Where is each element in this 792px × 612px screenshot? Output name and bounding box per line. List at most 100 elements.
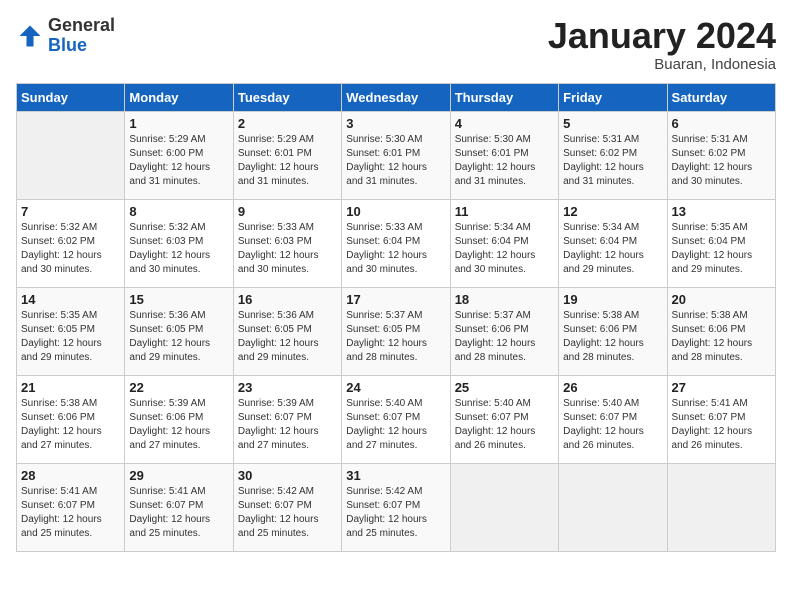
- day-number: 29: [129, 468, 228, 483]
- logo-general: General: [48, 15, 115, 35]
- day-info: Sunrise: 5:35 AMSunset: 6:05 PMDaylight:…: [21, 309, 120, 365]
- calendar-cell: 5 Sunrise: 5:31 AMSunset: 6:02 PMDaylight…: [559, 111, 667, 199]
- day-number: 5: [563, 116, 662, 131]
- day-info: Sunrise: 5:30 AMSunset: 6:01 PMDaylight:…: [346, 133, 445, 189]
- day-info: Sunrise: 5:34 AMSunset: 6:04 PMDaylight:…: [563, 221, 662, 277]
- day-header-sunday: Sunday: [17, 83, 125, 111]
- day-info: Sunrise: 5:33 AMSunset: 6:04 PMDaylight:…: [346, 221, 445, 277]
- calendar-cell: 20 Sunrise: 5:38 AMSunset: 6:06 PMDayligh…: [667, 287, 775, 375]
- day-number: 16: [238, 292, 337, 307]
- day-number: 7: [21, 204, 120, 219]
- day-info: Sunrise: 5:37 AMSunset: 6:05 PMDaylight:…: [346, 309, 445, 365]
- day-number: 27: [672, 380, 771, 395]
- day-info: Sunrise: 5:39 AMSunset: 6:07 PMDaylight:…: [238, 397, 337, 453]
- day-info: Sunrise: 5:42 AMSunset: 6:07 PMDaylight:…: [346, 485, 445, 541]
- day-info: Sunrise: 5:31 AMSunset: 6:02 PMDaylight:…: [672, 133, 771, 189]
- calendar-week-row: 14 Sunrise: 5:35 AMSunset: 6:05 PMDayligh…: [17, 287, 776, 375]
- day-info: Sunrise: 5:41 AMSunset: 6:07 PMDaylight:…: [21, 485, 120, 541]
- calendar-cell: 1Sunrise: 5:29 AMSunset: 6:00 PMDaylight…: [125, 111, 233, 199]
- day-number: 17: [346, 292, 445, 307]
- day-number: 2: [238, 116, 337, 131]
- calendar-cell: 24 Sunrise: 5:40 AMSunset: 6:07 PMDayligh…: [342, 375, 450, 463]
- calendar-cell: 19 Sunrise: 5:38 AMSunset: 6:06 PMDayligh…: [559, 287, 667, 375]
- calendar-cell: [450, 463, 558, 551]
- day-header-friday: Friday: [559, 83, 667, 111]
- day-info: Sunrise: 5:40 AMSunset: 6:07 PMDaylight:…: [563, 397, 662, 453]
- day-header-monday: Monday: [125, 83, 233, 111]
- day-info: Sunrise: 5:31 AMSunset: 6:02 PMDaylight:…: [563, 133, 662, 189]
- day-info: Sunrise: 5:40 AMSunset: 6:07 PMDaylight:…: [346, 397, 445, 453]
- day-info: Sunrise: 5:34 AMSunset: 6:04 PMDaylight:…: [455, 221, 554, 277]
- calendar-cell: 18 Sunrise: 5:37 AMSunset: 6:06 PMDayligh…: [450, 287, 558, 375]
- calendar-week-row: 28 Sunrise: 5:41 AMSunset: 6:07 PMDayligh…: [17, 463, 776, 551]
- day-number: 9: [238, 204, 337, 219]
- day-number: 24: [346, 380, 445, 395]
- day-info: Sunrise: 5:36 AMSunset: 6:05 PMDaylight:…: [238, 309, 337, 365]
- calendar-cell: 28 Sunrise: 5:41 AMSunset: 6:07 PMDayligh…: [17, 463, 125, 551]
- day-number: 18: [455, 292, 554, 307]
- calendar-cell: 13 Sunrise: 5:35 AMSunset: 6:04 PMDayligh…: [667, 199, 775, 287]
- calendar-cell: 31 Sunrise: 5:42 AMSunset: 6:07 PMDayligh…: [342, 463, 450, 551]
- page-header: General Blue January 2024 Buaran, Indone…: [16, 16, 776, 73]
- calendar-table: SundayMondayTuesdayWednesdayThursdayFrid…: [16, 83, 776, 552]
- calendar-cell: 25 Sunrise: 5:40 AMSunset: 6:07 PMDayligh…: [450, 375, 558, 463]
- location: Buaran, Indonesia: [548, 56, 776, 73]
- day-header-wednesday: Wednesday: [342, 83, 450, 111]
- calendar-cell: 4Sunrise: 5:30 AMSunset: 6:01 PMDaylight…: [450, 111, 558, 199]
- calendar-cell: 6 Sunrise: 5:31 AMSunset: 6:02 PMDaylight…: [667, 111, 775, 199]
- day-info: Sunrise: 5:38 AMSunset: 6:06 PMDaylight:…: [563, 309, 662, 365]
- day-number: 12: [563, 204, 662, 219]
- logo: General Blue: [16, 16, 115, 56]
- calendar-cell: [667, 463, 775, 551]
- day-number: 10: [346, 204, 445, 219]
- logo-icon: [16, 22, 44, 50]
- calendar-cell: 7 Sunrise: 5:32 AMSunset: 6:02 PMDaylight…: [17, 199, 125, 287]
- day-number: 20: [672, 292, 771, 307]
- day-number: 14: [21, 292, 120, 307]
- day-number: 8: [129, 204, 228, 219]
- calendar-week-row: 7 Sunrise: 5:32 AMSunset: 6:02 PMDaylight…: [17, 199, 776, 287]
- calendar-cell: 21 Sunrise: 5:38 AMSunset: 6:06 PMDayligh…: [17, 375, 125, 463]
- calendar-cell: 17 Sunrise: 5:37 AMSunset: 6:05 PMDayligh…: [342, 287, 450, 375]
- day-number: 26: [563, 380, 662, 395]
- calendar-cell: 8Sunrise: 5:32 AMSunset: 6:03 PMDaylight…: [125, 199, 233, 287]
- day-info: Sunrise: 5:41 AMSunset: 6:07 PMDaylight:…: [129, 485, 228, 541]
- calendar-cell: [559, 463, 667, 551]
- logo-blue: Blue: [48, 35, 87, 55]
- day-header-tuesday: Tuesday: [233, 83, 341, 111]
- day-number: 22: [129, 380, 228, 395]
- day-info: Sunrise: 5:32 AMSunset: 6:02 PMDaylight:…: [21, 221, 120, 277]
- day-info: Sunrise: 5:41 AMSunset: 6:07 PMDaylight:…: [672, 397, 771, 453]
- day-number: 1: [129, 116, 228, 131]
- day-header-saturday: Saturday: [667, 83, 775, 111]
- day-info: Sunrise: 5:39 AMSunset: 6:06 PMDaylight:…: [129, 397, 228, 453]
- day-number: 21: [21, 380, 120, 395]
- calendar-cell: 22 Sunrise: 5:39 AMSunset: 6:06 PMDayligh…: [125, 375, 233, 463]
- calendar-cell: 2 Sunrise: 5:29 AMSunset: 6:01 PMDaylight…: [233, 111, 341, 199]
- day-info: Sunrise: 5:38 AMSunset: 6:06 PMDaylight:…: [21, 397, 120, 453]
- day-info: Sunrise: 5:40 AMSunset: 6:07 PMDaylight:…: [455, 397, 554, 453]
- calendar-cell: 10 Sunrise: 5:33 AMSunset: 6:04 PMDayligh…: [342, 199, 450, 287]
- day-number: 4: [455, 116, 554, 131]
- days-header-row: SundayMondayTuesdayWednesdayThursdayFrid…: [17, 83, 776, 111]
- day-number: 15: [129, 292, 228, 307]
- day-number: 23: [238, 380, 337, 395]
- day-info: Sunrise: 5:38 AMSunset: 6:06 PMDaylight:…: [672, 309, 771, 365]
- title-block: January 2024 Buaran, Indonesia: [548, 16, 776, 73]
- day-number: 25: [455, 380, 554, 395]
- day-number: 6: [672, 116, 771, 131]
- day-number: 11: [455, 204, 554, 219]
- day-number: 13: [672, 204, 771, 219]
- calendar-cell: 3 Sunrise: 5:30 AMSunset: 6:01 PMDaylight…: [342, 111, 450, 199]
- day-number: 19: [563, 292, 662, 307]
- logo-text: General Blue: [48, 16, 115, 56]
- day-info: Sunrise: 5:29 AMSunset: 6:01 PMDaylight:…: [238, 133, 337, 189]
- day-info: Sunrise: 5:35 AMSunset: 6:04 PMDaylight:…: [672, 221, 771, 277]
- day-number: 3: [346, 116, 445, 131]
- calendar-cell: 12 Sunrise: 5:34 AMSunset: 6:04 PMDayligh…: [559, 199, 667, 287]
- day-number: 28: [21, 468, 120, 483]
- day-info: Sunrise: 5:37 AMSunset: 6:06 PMDaylight:…: [455, 309, 554, 365]
- calendar-cell: [17, 111, 125, 199]
- calendar-cell: 11 Sunrise: 5:34 AMSunset: 6:04 PMDayligh…: [450, 199, 558, 287]
- day-number: 31: [346, 468, 445, 483]
